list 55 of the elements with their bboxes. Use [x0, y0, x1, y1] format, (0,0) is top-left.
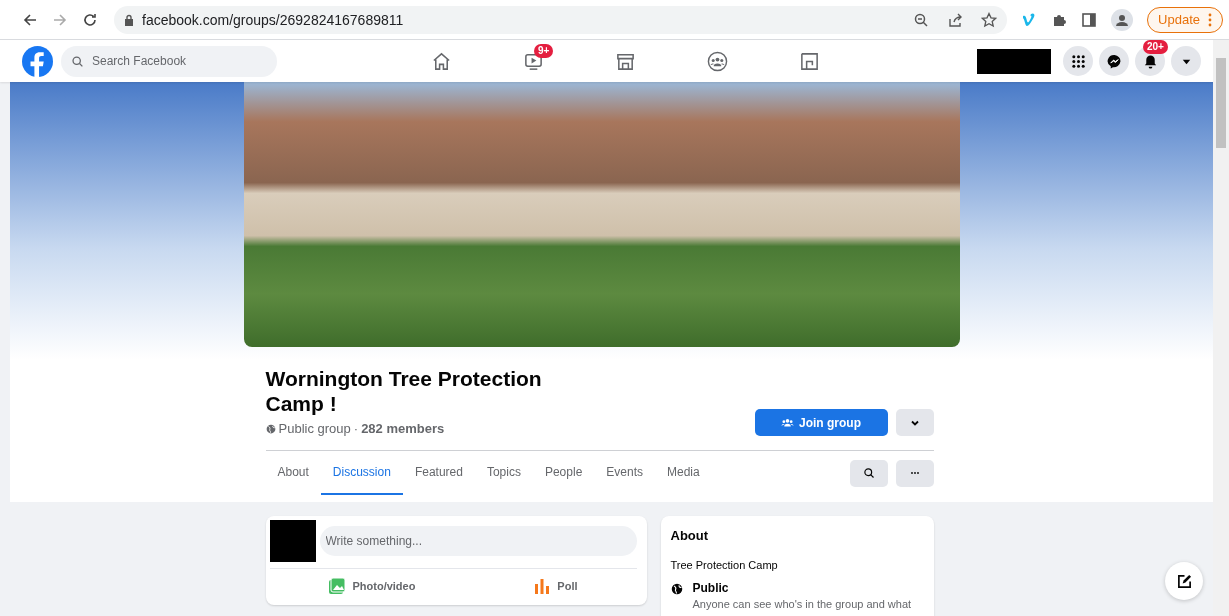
- bar-chart-icon: [533, 577, 552, 595]
- tab[interactable]: About: [265, 451, 321, 495]
- redacted-avatar: [269, 520, 316, 562]
- group-privacy: Public group: [278, 421, 351, 436]
- tab[interactable]: Media: [655, 451, 712, 495]
- video-nav-tab[interactable]: 9+: [510, 43, 556, 79]
- privacy-title: Public: [692, 581, 730, 595]
- globe-icon: [265, 423, 276, 434]
- search-button[interactable]: [849, 459, 888, 487]
- f-logo-icon[interactable]: [22, 45, 53, 77]
- member-count[interactable]: 282 members: [361, 421, 445, 436]
- photo-action-button[interactable]: Photo/video: [328, 577, 416, 595]
- tab[interactable]: Topics: [474, 451, 533, 495]
- tab[interactable]: Discussion: [320, 451, 403, 495]
- join-group-button[interactable]: Join group: [754, 409, 888, 436]
- privacy-description: Anyone can see who's in the group and what: [692, 598, 912, 610]
- compose-icon: [1176, 573, 1192, 589]
- search-field[interactable]: Search Facebook: [90, 53, 244, 69]
- scrollbar[interactable]: [1213, 40, 1229, 616]
- tab[interactable]: People: [532, 451, 595, 495]
- kebab-icon: [1208, 12, 1212, 27]
- people-icon: [706, 50, 728, 72]
- new-message-button[interactable]: [1165, 562, 1203, 600]
- search-bar[interactable]: Search Facebook: [61, 45, 277, 77]
- about-description: Tree Protection Camp: [670, 559, 779, 571]
- separator-dot: ·: [353, 421, 359, 436]
- tab[interactable]: Featured: [402, 451, 475, 495]
- star-icon[interactable]: [981, 11, 998, 28]
- share-icon[interactable]: [947, 11, 964, 28]
- side-panel-icon[interactable]: [1081, 11, 1098, 28]
- profile-icon[interactable]: [1111, 8, 1134, 31]
- notification-badge: 9+: [534, 44, 554, 58]
- photo-icon: [328, 577, 347, 595]
- messenger-icon: [1106, 53, 1122, 69]
- about-title: About: [670, 528, 710, 543]
- messenger-button[interactable]: [1099, 46, 1129, 76]
- tab[interactable]: Events: [594, 451, 655, 495]
- write-field[interactable]: Write something...: [319, 526, 637, 556]
- address-bar[interactable]: facebook.com/groups/2692824167689811: [114, 5, 1008, 34]
- menu-button[interactable]: [1063, 46, 1093, 76]
- dropdown-button[interactable]: [895, 409, 934, 436]
- globe-icon: [670, 583, 683, 595]
- group-name: Wornington Tree Protection Camp !: [265, 366, 543, 416]
- back-icon[interactable]: [22, 11, 38, 28]
- gaming-icon: [798, 50, 820, 72]
- poll-action-button[interactable]: Poll: [533, 577, 578, 595]
- people-icon: [781, 416, 794, 429]
- notification-badge: 20+: [1143, 40, 1168, 54]
- search-icon: [862, 467, 875, 479]
- lock-icon: [124, 13, 134, 26]
- zoom-icon[interactable]: [913, 11, 930, 28]
- search-icon: [71, 54, 84, 68]
- grid-icon: [1070, 53, 1086, 69]
- reload-icon[interactable]: [82, 11, 98, 28]
- bell-icon: [1142, 53, 1158, 69]
